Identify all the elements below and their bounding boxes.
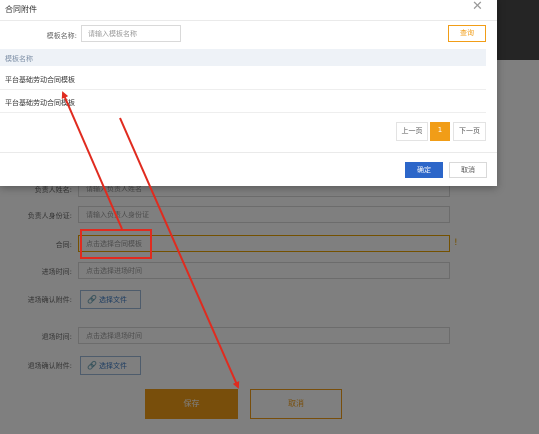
close-icon[interactable]: ✕	[472, 0, 483, 15]
template-name-input[interactable]: 请输入模板名称	[81, 25, 181, 42]
column-header-template-name: 模板名称	[5, 55, 33, 63]
query-button[interactable]: 查询	[448, 25, 486, 42]
pager-next-button[interactable]: 下一页	[453, 122, 486, 141]
table-row[interactable]: 平台基础劳动合同模板	[0, 68, 486, 90]
dialog-footer-divider	[0, 152, 497, 153]
table-header: 模板名称	[0, 49, 486, 66]
pager-current-page[interactable]: 1	[430, 122, 450, 141]
annotation-highlight-box	[80, 229, 152, 259]
template-name-label: 模板名称:	[46, 32, 77, 40]
dialog-title: 合同附件	[5, 5, 37, 14]
dialog-divider	[0, 20, 497, 21]
table-row[interactable]: 平台基础劳动合同模板	[0, 91, 486, 113]
template-name-cell: 平台基础劳动合同模板	[5, 99, 75, 107]
template-name-cell: 平台基础劳动合同模板	[5, 76, 75, 84]
confirm-button[interactable]: 确定	[405, 162, 443, 178]
pager-prev-button[interactable]: 上一页	[396, 122, 428, 141]
contract-attachment-dialog: 合同附件 ✕ 模板名称: 请输入模板名称 查询 模板名称 平台基础劳动合同模板 …	[0, 0, 497, 186]
dialog-cancel-button[interactable]: 取消	[449, 162, 487, 178]
